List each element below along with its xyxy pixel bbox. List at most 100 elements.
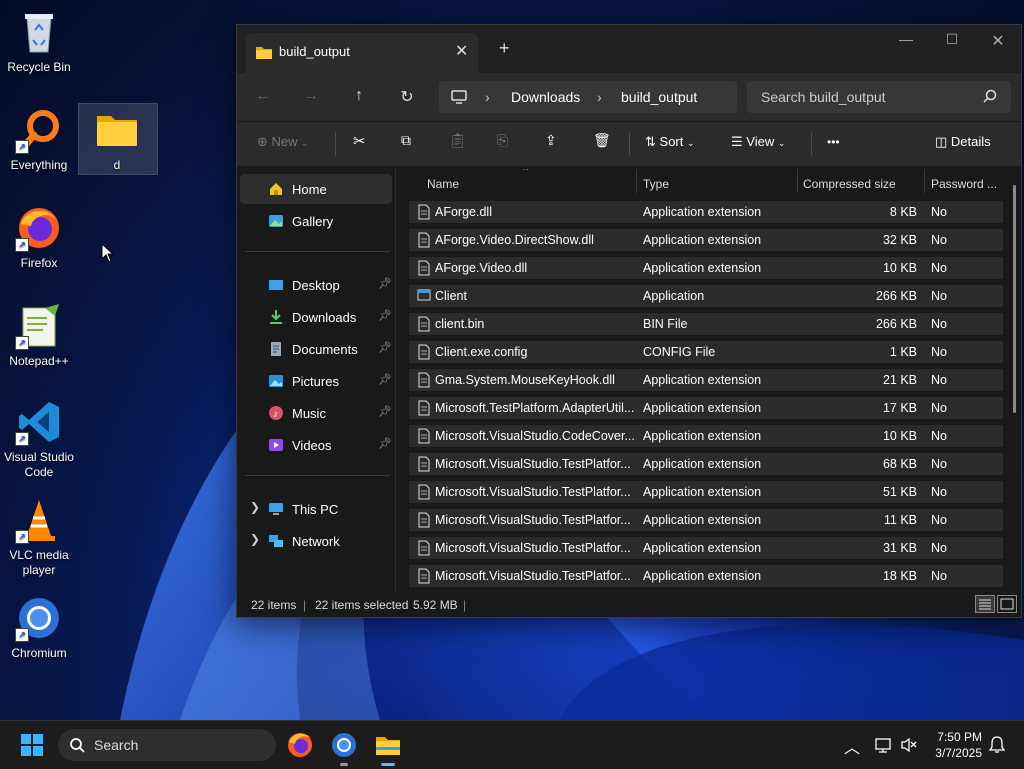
pin-icon[interactable]: 📌︎ bbox=[378, 373, 392, 386]
chevron-up-icon[interactable]: ︿ bbox=[844, 734, 860, 758]
vertical-scrollbar[interactable] bbox=[1013, 185, 1016, 413]
chevron-right-icon[interactable]: ❯ bbox=[250, 532, 260, 546]
folder-icon bbox=[93, 106, 141, 154]
nav-item-home[interactable]: Home bbox=[240, 174, 392, 204]
more-options-icon[interactable]: ••• bbox=[827, 135, 840, 149]
desktop-icon-firefox[interactable]: ↗ Firefox bbox=[0, 204, 78, 271]
file-icon bbox=[418, 232, 430, 248]
download-arrow-icon bbox=[270, 310, 282, 324]
file-row[interactable]: AForge.dll Application extension 8 KB No bbox=[409, 201, 1003, 223]
cut-icon[interactable]: ✂ bbox=[353, 132, 366, 150]
forward-arrow-icon[interactable]: → bbox=[299, 87, 323, 107]
desktop-icon-vscode[interactable]: ↗ Visual Studio Code bbox=[0, 398, 78, 480]
tab-build-output[interactable]: build_output ✕ bbox=[245, 33, 479, 73]
file-row[interactable]: Client.exe.config CONFIG File 1 KB No bbox=[409, 341, 1003, 363]
tab-title: build_output bbox=[279, 44, 350, 59]
column-header-compressed-size[interactable]: Compressed size bbox=[803, 177, 896, 191]
file-type: Application extension bbox=[643, 429, 762, 443]
file-password-protected: No bbox=[931, 233, 947, 247]
pane-splitter[interactable] bbox=[395, 169, 396, 591]
taskbar-firefox[interactable] bbox=[284, 729, 316, 761]
nav-item-desktop[interactable]: Desktop 📌︎ bbox=[240, 270, 392, 300]
search-icon bbox=[70, 738, 85, 753]
system-clock[interactable]: 7:50 PM 3/7/2025 bbox=[926, 729, 982, 761]
column-header-password[interactable]: Password ... bbox=[931, 177, 997, 191]
network-tray-icon[interactable] bbox=[874, 736, 892, 754]
refresh-icon[interactable]: ↻ bbox=[395, 87, 419, 107]
pin-icon[interactable]: 📌︎ bbox=[378, 405, 392, 418]
file-row[interactable]: Microsoft.VisualStudio.TestPlatfor... App… bbox=[409, 481, 1003, 503]
file-row[interactable]: AForge.Video.dll Application extension 10 … bbox=[409, 257, 1003, 279]
pin-icon[interactable]: 📌︎ bbox=[378, 437, 392, 450]
file-row[interactable]: Microsoft.TestPlatform.AdapterUtil... App… bbox=[409, 397, 1003, 419]
volume-muted-icon[interactable] bbox=[900, 736, 918, 754]
copy-icon[interactable]: ⧉ bbox=[401, 132, 411, 149]
file-row[interactable]: Client Application 266 KB No bbox=[409, 285, 1003, 307]
nav-item-this-pc[interactable]: ❯ This PC bbox=[240, 494, 392, 524]
search-box[interactable]: Search build_output bbox=[747, 81, 1011, 113]
column-separator[interactable] bbox=[797, 169, 798, 193]
taskbar-chromium[interactable] bbox=[328, 729, 360, 766]
nav-item-downloads[interactable]: Downloads 📌︎ bbox=[240, 302, 392, 332]
close-window-icon[interactable]: ✕ bbox=[975, 31, 1021, 51]
maximize-icon[interactable]: ☐ bbox=[929, 31, 975, 48]
up-arrow-icon[interactable]: ↑ bbox=[347, 87, 371, 107]
file-password-protected: No bbox=[931, 373, 947, 387]
pin-icon[interactable]: 📌︎ bbox=[378, 341, 392, 354]
nav-item-gallery[interactable]: Gallery bbox=[240, 206, 392, 236]
nav-item-pictures[interactable]: Pictures 📌︎ bbox=[240, 366, 392, 396]
address-bar[interactable]: › Downloads › build_output bbox=[439, 81, 737, 113]
nav-item-music[interactable]: ♪ Music 📌︎ bbox=[240, 398, 392, 428]
minimize-icon[interactable]: — bbox=[883, 31, 929, 47]
file-row[interactable]: Microsoft.VisualStudio.TestPlatfor... App… bbox=[409, 453, 1003, 475]
breadcrumb-build-output[interactable]: build_output bbox=[621, 89, 697, 105]
desktop-icon-notepadpp[interactable]: ↗ Notepad++ bbox=[0, 302, 78, 369]
pin-icon[interactable]: 📌︎ bbox=[378, 309, 392, 322]
file-type: BIN File bbox=[643, 317, 688, 331]
nav-label: Pictures bbox=[292, 374, 339, 389]
file-row[interactable]: Microsoft.VisualStudio.CodeCover... Appli… bbox=[409, 425, 1003, 447]
desktop-icon-vlc[interactable]: ↗ VLC media player bbox=[0, 496, 78, 578]
chevron-right-icon[interactable]: ❯ bbox=[250, 500, 260, 514]
file-row[interactable]: Microsoft.VisualStudio.TestPlatfor... App… bbox=[409, 537, 1003, 559]
windows-start-icon[interactable] bbox=[20, 733, 44, 757]
file-row[interactable]: AForge.Video.DirectShow.dll Application e… bbox=[409, 229, 1003, 251]
desktop-icon-everything[interactable]: ↗ Everything bbox=[0, 106, 78, 173]
sort-button[interactable]: ⇅ Sort ⌄ bbox=[645, 134, 695, 150]
column-header-type[interactable]: Type bbox=[643, 177, 669, 191]
nav-item-videos[interactable]: Videos 📌︎ bbox=[240, 430, 392, 460]
column-separator[interactable] bbox=[924, 169, 925, 193]
pin-icon[interactable]: 📌︎ bbox=[378, 277, 392, 290]
rename-icon[interactable]: ⎘ bbox=[497, 132, 508, 149]
back-arrow-icon[interactable]: ← bbox=[251, 87, 275, 107]
taskbar-file-explorer[interactable] bbox=[372, 729, 404, 766]
vlc-cone-icon: ↗ bbox=[15, 496, 63, 544]
nav-item-documents[interactable]: Documents 📌︎ bbox=[240, 334, 392, 364]
new-tab-icon[interactable]: + bbox=[499, 38, 510, 59]
paste-icon[interactable]: 📋︎ bbox=[449, 132, 467, 149]
tiles-view-icon[interactable] bbox=[997, 595, 1017, 613]
new-button[interactable]: ⊕ New ⌄ bbox=[257, 134, 309, 150]
nav-item-network[interactable]: ❯ Network bbox=[240, 526, 392, 556]
column-header-name[interactable]: Name bbox=[427, 177, 459, 191]
delete-icon[interactable]: 🗑︎ bbox=[593, 132, 611, 149]
file-row[interactable]: Microsoft.VisualStudio.TestPlatfor... App… bbox=[409, 565, 1003, 587]
title-bar: build_output ✕ + — ☐ ✕ bbox=[237, 25, 1021, 73]
desktop-icon-chromium[interactable]: ↗ Chromium bbox=[0, 594, 78, 661]
column-separator[interactable] bbox=[636, 169, 637, 193]
notification-bell-icon[interactable] bbox=[988, 735, 1006, 755]
file-row[interactable]: Gma.System.MouseKeyHook.dll Application e… bbox=[409, 369, 1003, 391]
breadcrumb-downloads[interactable]: Downloads bbox=[511, 89, 580, 105]
taskbar-search-box[interactable]: Search bbox=[58, 729, 276, 761]
details-pane-button[interactable]: ◫ Details bbox=[935, 134, 991, 150]
file-password-protected: No bbox=[931, 485, 947, 499]
file-icon bbox=[418, 484, 430, 500]
details-view-icon[interactable] bbox=[975, 595, 995, 613]
file-row[interactable]: client.bin BIN File 266 KB No bbox=[409, 313, 1003, 335]
desktop-icon-recycle-bin[interactable]: Recycle Bin bbox=[0, 8, 78, 75]
desktop-icon-d-folder[interactable]: d bbox=[78, 106, 156, 173]
close-tab-icon[interactable]: ✕ bbox=[455, 41, 468, 61]
file-row[interactable]: Microsoft.VisualStudio.TestPlatfor... App… bbox=[409, 509, 1003, 531]
share-icon[interactable]: ⇪ bbox=[545, 132, 557, 149]
view-button[interactable]: ☰ View ⌄ bbox=[731, 134, 785, 150]
